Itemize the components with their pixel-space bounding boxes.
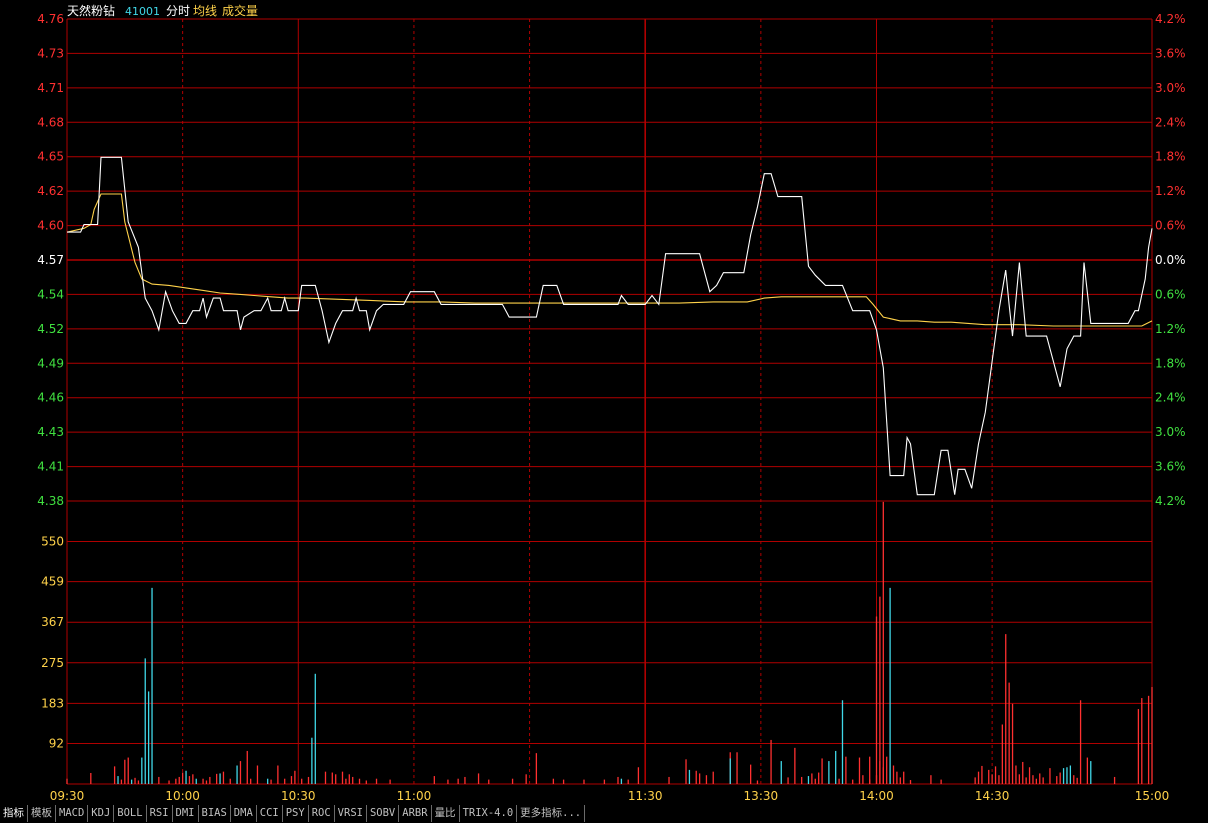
time-tick-label: 09:30	[50, 789, 85, 803]
axis-labels: 4.76 4.2% 4.73 3.6% 4.71 3.0% 4.68 2.4% 4.65 1.8%…	[37, 12, 1185, 803]
pct-tick-label: 2.4%	[1155, 391, 1186, 405]
price-line	[67, 156, 1153, 496]
price-tick-label: 4.68	[37, 115, 64, 129]
price-tick-label: 4.65	[37, 150, 64, 164]
pct-tick-label: 1.8%	[1155, 150, 1186, 164]
avg-line-label: 均线	[193, 4, 217, 18]
price-tick-label: 4.43	[37, 425, 64, 439]
pct-tick-label: 0.6%	[1155, 287, 1186, 301]
pct-tick-label: 3.0%	[1155, 81, 1186, 95]
price-tick-label: 4.62	[37, 184, 64, 198]
indicator-tab[interactable]: ROC	[309, 805, 335, 822]
indicator-tab[interactable]: MACD	[56, 805, 89, 822]
indicator-tab[interactable]: KDJ	[88, 805, 115, 822]
price-tick-label: 4.46	[37, 391, 64, 405]
pct-tick-label: 0.6%	[1155, 219, 1186, 233]
indicator-tabs: 指标 模板 MACD KDJ BOLL RSI DMI BIAS DMA CCI PSY ROC VRS…	[0, 804, 1208, 823]
pct-tick-label: 4.2%	[1155, 12, 1186, 26]
volume-tick-label: 459	[41, 575, 64, 589]
stock-code: 41001	[125, 5, 160, 18]
pct-tick-label: 1.2%	[1155, 322, 1186, 336]
volume-label: 成交量	[222, 3, 258, 18]
price-tick-label: 4.49	[37, 356, 64, 370]
price-tick-label: 4.60	[37, 219, 64, 233]
pct-tick-label: 3.6%	[1155, 460, 1186, 474]
indicator-tab[interactable]: SOBV	[367, 805, 400, 822]
price-tick-label: 4.41	[37, 460, 64, 474]
pct-tick-label: 3.6%	[1155, 46, 1186, 60]
price-tick-label: 4.52	[37, 322, 64, 336]
pct-tick-label: 1.2%	[1155, 184, 1186, 198]
indicator-tab[interactable]: CCI	[257, 805, 283, 822]
pct-tick-label: 1.8%	[1155, 356, 1186, 370]
indicator-tab[interactable]: RSI	[147, 805, 173, 822]
price-tick-label: 4.73	[37, 46, 64, 60]
indicator-tab[interactable]: VRSI	[335, 805, 367, 822]
indicator-tab[interactable]: DMA	[231, 805, 257, 822]
stock-name: 天然粉钻	[67, 3, 115, 18]
price-tick-label: 4.38	[37, 494, 64, 508]
indicator-tab[interactable]: TRIX-4.0	[460, 805, 518, 822]
volume-tick-label: 550	[41, 535, 64, 549]
price-tick-label: 4.57	[37, 253, 64, 267]
indicator-tab[interactable]: BIAS	[199, 805, 231, 822]
time-tick-label: 10:00	[165, 789, 200, 803]
indicator-tab[interactable]: 模板	[28, 805, 56, 822]
indicator-tab[interactable]: 指标	[0, 805, 28, 822]
time-tick-label: 14:30	[975, 789, 1010, 803]
volume-tick-label: 183	[41, 696, 64, 710]
price-tick-label: 4.54	[37, 287, 64, 301]
mode-label: 分时	[166, 4, 190, 18]
pct-tick-label: 2.4%	[1155, 115, 1186, 129]
pct-tick-label: 4.2%	[1155, 494, 1186, 508]
grid	[66, 18, 1153, 785]
indicator-tab[interactable]: ARBR	[399, 805, 432, 822]
pct-tick-label: 0.0%	[1155, 253, 1186, 267]
time-tick-label: 13:30	[744, 789, 779, 803]
indicator-tab[interactable]: BOLL	[114, 805, 147, 822]
price-tick-label: 4.76	[37, 12, 64, 26]
price-lines	[66, 156, 1153, 496]
time-tick-label: 14:00	[859, 789, 894, 803]
price-tick-label: 4.71	[37, 81, 64, 95]
intraday-chart[interactable]: 天然粉钻 41001 分时 均线 成交量 4.76 4.2%4.73 3.6%4.7…	[0, 0, 1208, 804]
indicator-tab[interactable]: DMI	[173, 805, 199, 822]
indicator-tab[interactable]: 更多指标...	[517, 805, 586, 822]
volume-tick-label: 275	[41, 656, 64, 670]
time-tick-label: 10:30	[281, 789, 316, 803]
pct-tick-label: 3.0%	[1155, 425, 1186, 439]
volume-tick-label: 92	[49, 736, 64, 750]
volume-tick-label: 367	[41, 615, 64, 629]
time-tick-label: 11:00	[397, 789, 432, 803]
indicator-tab[interactable]: PSY	[283, 805, 309, 822]
volume-bars	[66, 501, 1153, 784]
time-tick-label: 11:30	[628, 789, 663, 803]
time-tick-label: 15:00	[1135, 789, 1170, 803]
indicator-tab[interactable]: 量比	[432, 805, 460, 822]
